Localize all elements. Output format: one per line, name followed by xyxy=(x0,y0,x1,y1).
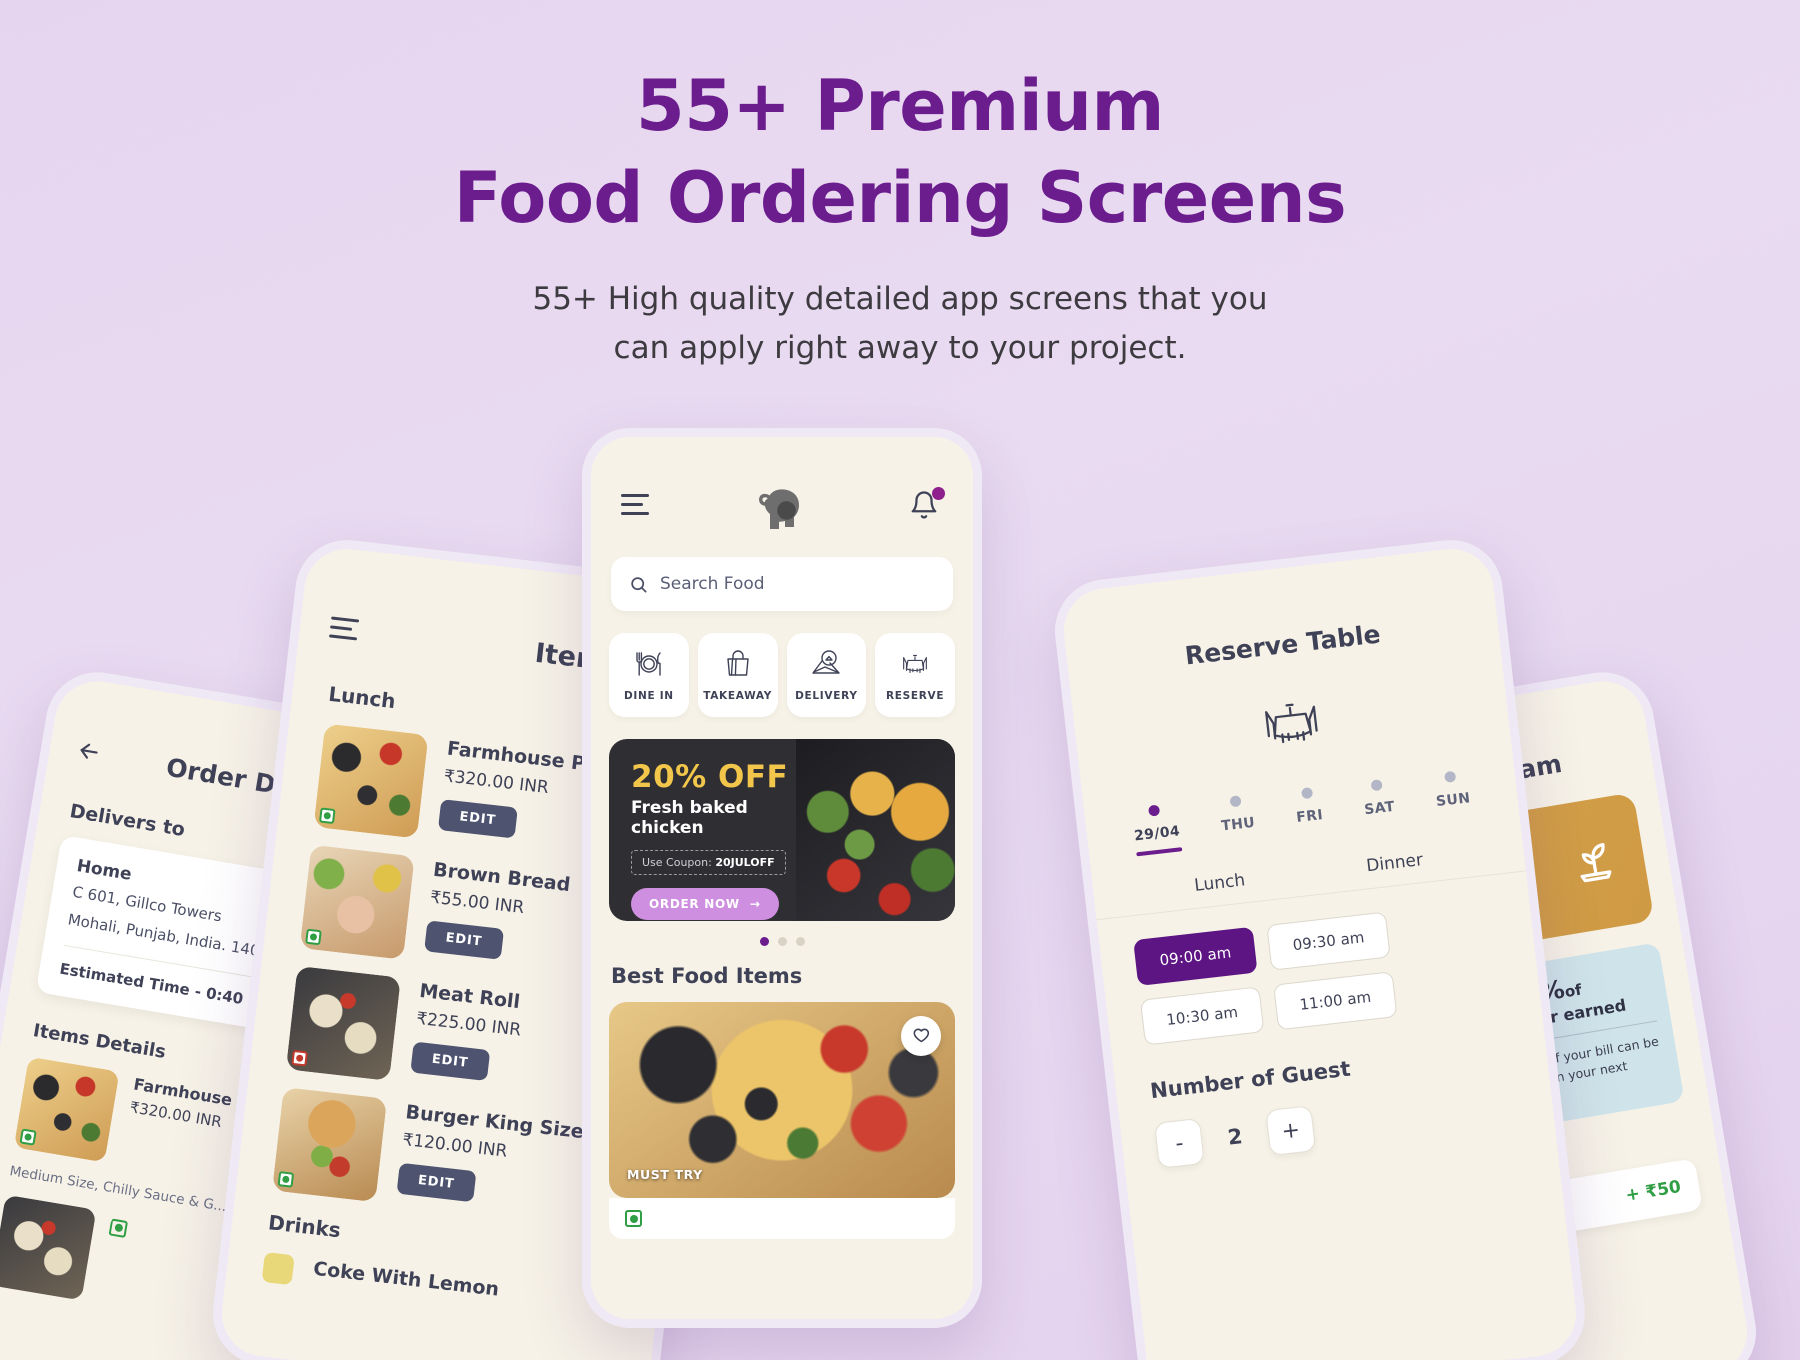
search-placeholder: Search Food xyxy=(660,574,765,594)
earn-row-value: + ₹50 xyxy=(1624,1177,1683,1207)
date-option-29-04[interactable]: 29/04 xyxy=(1131,802,1183,857)
coupon-code: 20JULOFF xyxy=(715,856,775,869)
date-option-sun[interactable]: SUN xyxy=(1433,769,1473,822)
cutlery-plate-icon xyxy=(632,649,666,683)
best-food-items-title: Best Food Items xyxy=(611,964,803,988)
date-label: SUN xyxy=(1435,790,1472,811)
item-thumbnail xyxy=(272,1087,388,1203)
home-header xyxy=(591,437,973,531)
item-thumbnail xyxy=(261,1252,295,1286)
nonveg-mark-icon xyxy=(291,1049,308,1067)
tab-lunch[interactable]: Lunch xyxy=(1193,870,1247,908)
carousel-dot-3[interactable] xyxy=(795,937,805,946)
category-label: DELIVERY xyxy=(795,689,858,702)
arrow-right-icon: → xyxy=(749,897,761,911)
search-icon xyxy=(631,576,647,592)
category-reserve[interactable]: RESERVE xyxy=(875,633,955,717)
date-label: 29/04 xyxy=(1133,823,1181,845)
veg-mark-icon xyxy=(318,807,336,825)
item-thumbnail xyxy=(299,844,415,960)
guest-count-value: 2 xyxy=(1226,1124,1244,1150)
phone-reserve-table: Reserve Table 29/04 THU FRI SAT SUN Lunc… xyxy=(1049,534,1591,1360)
date-label: SAT xyxy=(1363,798,1396,819)
favorite-button[interactable] xyxy=(901,1016,941,1056)
must-try-badge: MUST TRY xyxy=(627,1167,703,1182)
category-delivery[interactable]: DELIVERY xyxy=(786,633,867,717)
hamburger-icon[interactable] xyxy=(621,493,649,521)
elephant-logo xyxy=(751,483,807,531)
date-option-fri[interactable]: FRI xyxy=(1293,786,1325,838)
benefit-amount-suffix: of xyxy=(1563,980,1583,1002)
category-dine-in[interactable]: DINE IN xyxy=(609,633,689,717)
time-slot-0930am[interactable]: 09:30 am xyxy=(1266,911,1391,971)
coupon-prefix: Use Coupon: xyxy=(642,856,716,869)
carousel-dots[interactable] xyxy=(591,937,973,946)
delivery-scooter-icon xyxy=(810,649,842,683)
time-slot-0900am[interactable]: 09:00 am xyxy=(1133,926,1258,986)
category-row[interactable]: DINE IN TAKEAWAY DELIVERY RESERVE xyxy=(591,611,973,717)
plant-growth-icon xyxy=(1561,824,1626,892)
reserve-screen: Reserve Table 29/04 THU FRI SAT SUN Lunc… xyxy=(1059,544,1581,1360)
edit-button[interactable]: EDIT xyxy=(437,799,518,839)
notification-bell[interactable] xyxy=(909,487,945,525)
order-now-label: ORDER NOW xyxy=(649,897,740,911)
tab-dinner[interactable]: Dinner xyxy=(1365,850,1425,888)
guest-increment-button[interactable]: + xyxy=(1265,1105,1317,1157)
order-now-button[interactable]: ORDER NOW → xyxy=(631,888,779,920)
edit-button[interactable]: EDIT xyxy=(410,1041,490,1081)
date-label: THU xyxy=(1220,814,1256,835)
date-option-sat[interactable]: SAT xyxy=(1361,778,1397,830)
heart-icon xyxy=(913,1028,930,1043)
item-thumbnail xyxy=(285,965,401,1081)
item-name: Meat Roll xyxy=(418,979,522,1014)
featured-card-footer xyxy=(609,1198,955,1239)
category-label: RESERVE xyxy=(885,689,945,702)
item-price: ₹225.00 INR xyxy=(415,1008,523,1041)
veg-mark-icon xyxy=(277,1171,295,1188)
edit-button[interactable]: EDIT xyxy=(424,920,504,960)
category-label: TAKEAWAY xyxy=(703,689,773,702)
banner-discount: 20% OFF xyxy=(631,759,789,795)
date-option-thu[interactable]: THU xyxy=(1218,794,1257,847)
phone-home: Search Food DINE IN TAKEAWAY DELIVERY RE… xyxy=(582,428,982,1328)
promo-banner[interactable]: 20% OFF Fresh baked chicken Use Coupon: … xyxy=(609,739,955,921)
reserve-table-icon xyxy=(898,649,932,683)
order-item-thumbnail xyxy=(0,1194,97,1301)
banner-subtitle: Fresh baked chicken xyxy=(631,798,748,838)
veg-mark-icon xyxy=(305,928,322,946)
phone-mockups-stage: Order Details Delivers to Home C 601, Gi… xyxy=(0,0,1800,1360)
back-arrow-icon[interactable] xyxy=(73,736,104,770)
veg-mark-icon xyxy=(97,1212,148,1309)
home-screen: Search Food DINE IN TAKEAWAY DELIVERY RE… xyxy=(591,437,973,1319)
featured-food-card[interactable]: MUST TRY xyxy=(609,1002,955,1198)
category-takeaway[interactable]: TAKEAWAY xyxy=(697,633,778,717)
date-label: FRI xyxy=(1295,807,1324,826)
item-thumbnail xyxy=(313,723,429,839)
search-input[interactable]: Search Food xyxy=(611,557,953,611)
carousel-dot-2[interactable] xyxy=(777,937,787,946)
shopping-bag-icon xyxy=(723,649,753,683)
banner-coupon: Use Coupon: 20JULOFF xyxy=(631,850,786,875)
item-name: Coke With Lemon xyxy=(312,1257,501,1301)
veg-mark-icon xyxy=(625,1210,642,1227)
carousel-dot-1[interactable] xyxy=(759,937,769,946)
veg-mark-icon xyxy=(19,1127,37,1146)
notification-badge-dot xyxy=(932,487,945,500)
banner-content: 20% OFF Fresh baked chicken Use Coupon: … xyxy=(609,739,824,920)
order-item-thumbnail xyxy=(13,1056,120,1163)
edit-button[interactable]: EDIT xyxy=(396,1162,477,1203)
category-label: DINE IN xyxy=(623,689,674,702)
hamburger-icon[interactable] xyxy=(328,615,360,646)
guest-decrement-button[interactable]: - xyxy=(1153,1117,1205,1169)
